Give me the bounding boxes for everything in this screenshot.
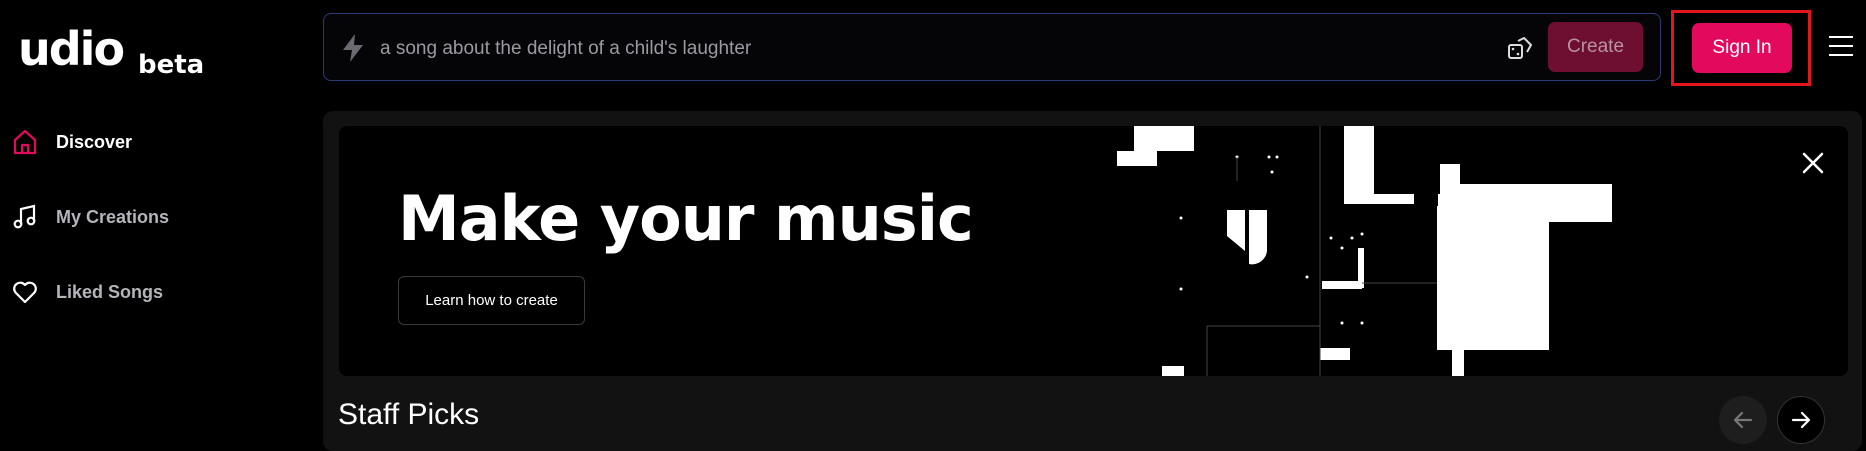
sidebar-item-discover[interactable]: Discover: [10, 122, 290, 162]
prompt-input[interactable]: [378, 30, 1482, 68]
sidebar-item-liked-songs[interactable]: Liked Songs: [10, 272, 290, 312]
create-button[interactable]: Create: [1548, 22, 1643, 72]
arrow-left-icon: [1733, 411, 1753, 429]
carousel-next-button[interactable]: [1777, 396, 1825, 444]
sidebar-item-label: Discover: [56, 131, 133, 152]
carousel-prev-button[interactable]: [1719, 396, 1767, 444]
close-banner-icon[interactable]: [1800, 150, 1826, 176]
music-note-icon: [10, 202, 40, 232]
dice-icon[interactable]: [1507, 36, 1533, 62]
banner-pixel-art: [1117, 126, 1612, 376]
home-icon: [10, 127, 40, 157]
arrow-right-icon: [1791, 411, 1811, 429]
learn-how-button[interactable]: Learn how to create: [398, 276, 585, 325]
lightning-icon: [340, 33, 366, 63]
beta-tag: beta: [138, 50, 205, 80]
logo-wordmark: udio: [18, 22, 125, 76]
hamburger-menu-icon[interactable]: [1829, 36, 1853, 56]
sidebar-item-label: Liked Songs: [56, 281, 164, 302]
section-title: Staff Picks: [338, 398, 480, 431]
signin-button[interactable]: Sign In: [1692, 23, 1792, 73]
heart-icon: [10, 277, 40, 307]
banner-title: Make your music: [398, 182, 974, 255]
sidebar-item-label: My Creations: [56, 206, 170, 227]
sidebar-item-my-creations[interactable]: My Creations: [10, 197, 290, 237]
